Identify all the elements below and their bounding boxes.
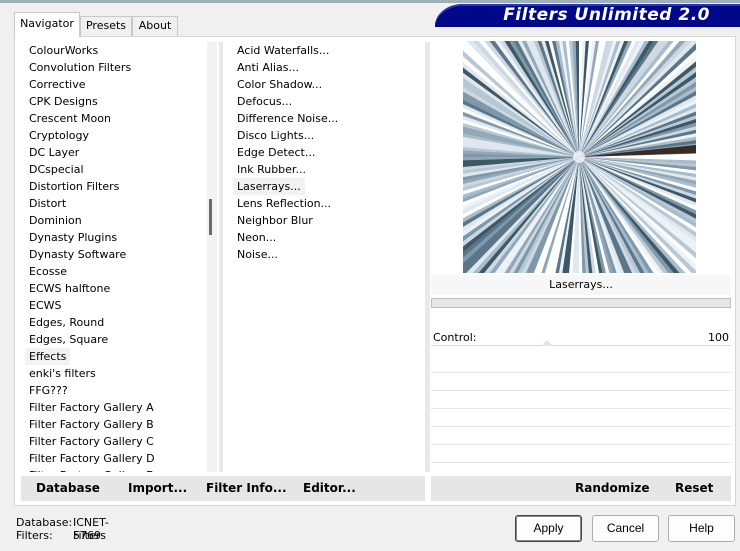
filter-list-item[interactable]: Noise... bbox=[233, 246, 423, 263]
database-label: Database: bbox=[16, 516, 73, 529]
filter-info-button[interactable]: Filter Info... bbox=[206, 476, 287, 501]
database-button[interactable]: Database bbox=[36, 476, 100, 501]
tab-presets[interactable]: Presets bbox=[80, 16, 132, 36]
category-list-item[interactable]: ECWS bbox=[25, 297, 205, 314]
category-list-item[interactable]: ECWS halftone bbox=[25, 280, 205, 297]
category-list-item[interactable]: Filter Factory Gallery C bbox=[25, 433, 205, 450]
empty-control-row bbox=[431, 373, 731, 391]
preview-filter-name: Laserrays... bbox=[431, 275, 731, 295]
category-list-item[interactable]: enki's filters bbox=[25, 365, 205, 382]
filter-list[interactable]: Acid Waterfalls... Anti Alias... Color Sha… bbox=[233, 42, 423, 472]
filters-count-label: Filters: bbox=[16, 529, 53, 542]
category-list[interactable]: ColourWorks Convolution Filters Corrective… bbox=[25, 42, 205, 472]
empty-control-row bbox=[431, 409, 731, 427]
category-list-item[interactable]: FFG??? bbox=[25, 382, 205, 399]
filter-list-item[interactable]: Disco Lights... bbox=[233, 127, 423, 144]
category-list-item[interactable]: Edges, Square bbox=[25, 331, 205, 348]
category-list-item[interactable]: DCspecial bbox=[25, 161, 205, 178]
window-top-strip bbox=[0, 0, 740, 3]
category-list-item[interactable]: Filter Factory Gallery E bbox=[25, 467, 205, 472]
filter-list-item[interactable]: Color Shadow... bbox=[233, 76, 423, 93]
category-list-item[interactable]: Distortion Filters bbox=[25, 178, 205, 195]
category-list-item[interactable]: Effects bbox=[25, 348, 71, 365]
help-button[interactable]: Help bbox=[668, 515, 735, 542]
import-button[interactable]: Import... bbox=[128, 476, 187, 501]
preview-center-glow bbox=[573, 151, 585, 163]
editor-button[interactable]: Editor... bbox=[303, 476, 356, 501]
preview-progress-bar bbox=[431, 298, 731, 308]
empty-control-row bbox=[431, 445, 731, 463]
filter-list-item[interactable]: Neighbor Blur bbox=[233, 212, 423, 229]
category-scrollbar[interactable] bbox=[207, 42, 217, 472]
list-actions-bar: Database Import... Filter Info... Editor… bbox=[21, 476, 425, 501]
empty-control-row bbox=[431, 391, 731, 409]
category-scrollbar-thumb[interactable] bbox=[209, 199, 212, 235]
category-list-item[interactable]: CPK Designs bbox=[25, 93, 205, 110]
tab-about[interactable]: About bbox=[132, 16, 178, 36]
filter-list-item[interactable]: Anti Alias... bbox=[233, 59, 423, 76]
category-list-item[interactable]: Dynasty Plugins bbox=[25, 229, 205, 246]
filter-list-item[interactable]: Neon... bbox=[233, 229, 423, 246]
filter-list-item[interactable]: Laserrays... bbox=[233, 178, 305, 195]
empty-control-row bbox=[431, 427, 731, 445]
filter-list-item[interactable]: Ink Rubber... bbox=[233, 161, 423, 178]
category-list-item[interactable]: Filter Factory Gallery A bbox=[25, 399, 205, 416]
category-list-item[interactable]: Filter Factory Gallery B bbox=[25, 416, 205, 433]
apply-button[interactable]: Apply bbox=[515, 515, 582, 542]
category-list-item[interactable]: DC Layer bbox=[25, 144, 205, 161]
control-row[interactable]: Control: 100 bbox=[431, 329, 731, 347]
filter-list-item[interactable]: Lens Reflection... bbox=[233, 195, 423, 212]
filter-list-item[interactable]: Defocus... bbox=[233, 93, 423, 110]
cancel-button[interactable]: Cancel bbox=[592, 515, 659, 542]
category-list-item[interactable]: Dominion bbox=[25, 212, 205, 229]
filter-list-separator bbox=[425, 42, 430, 472]
empty-control-row bbox=[431, 355, 731, 373]
reset-button[interactable]: Reset bbox=[675, 476, 713, 501]
tab-navigator[interactable]: Navigator bbox=[14, 12, 80, 37]
category-list-item[interactable]: Corrective bbox=[25, 76, 205, 93]
control-slider[interactable] bbox=[431, 340, 731, 351]
filters-count-value: 5769 bbox=[73, 529, 101, 542]
filter-list-item[interactable]: Acid Waterfalls... bbox=[233, 42, 423, 59]
category-list-item[interactable]: Ecosse bbox=[25, 263, 205, 280]
category-list-item[interactable]: Distort bbox=[25, 195, 205, 212]
filter-preview-image bbox=[463, 41, 696, 273]
randomize-button[interactable]: Randomize bbox=[575, 476, 649, 501]
navigator-panel: ColourWorks Convolution Filters Corrective… bbox=[14, 36, 736, 506]
category-list-item[interactable]: Cryptology bbox=[25, 127, 205, 144]
category-list-separator bbox=[219, 42, 223, 472]
category-list-item[interactable]: Edges, Round bbox=[25, 314, 205, 331]
filter-list-item[interactable]: Edge Detect... bbox=[233, 144, 423, 161]
category-list-item[interactable]: Crescent Moon bbox=[25, 110, 205, 127]
preview-actions-bar: Randomize Reset bbox=[431, 476, 731, 501]
filter-list-item[interactable]: Difference Noise... bbox=[233, 110, 423, 127]
control-sliders: Control: 100 bbox=[431, 329, 731, 481]
category-list-item[interactable]: ColourWorks bbox=[25, 42, 205, 59]
category-list-item[interactable]: Filter Factory Gallery D bbox=[25, 450, 205, 467]
control-slider-thumb[interactable] bbox=[541, 340, 553, 346]
category-list-item[interactable]: Convolution Filters bbox=[25, 59, 205, 76]
app-title-banner: Filters Unlimited 2.0 bbox=[435, 4, 740, 27]
category-list-item[interactable]: Dynasty Software bbox=[25, 246, 205, 263]
